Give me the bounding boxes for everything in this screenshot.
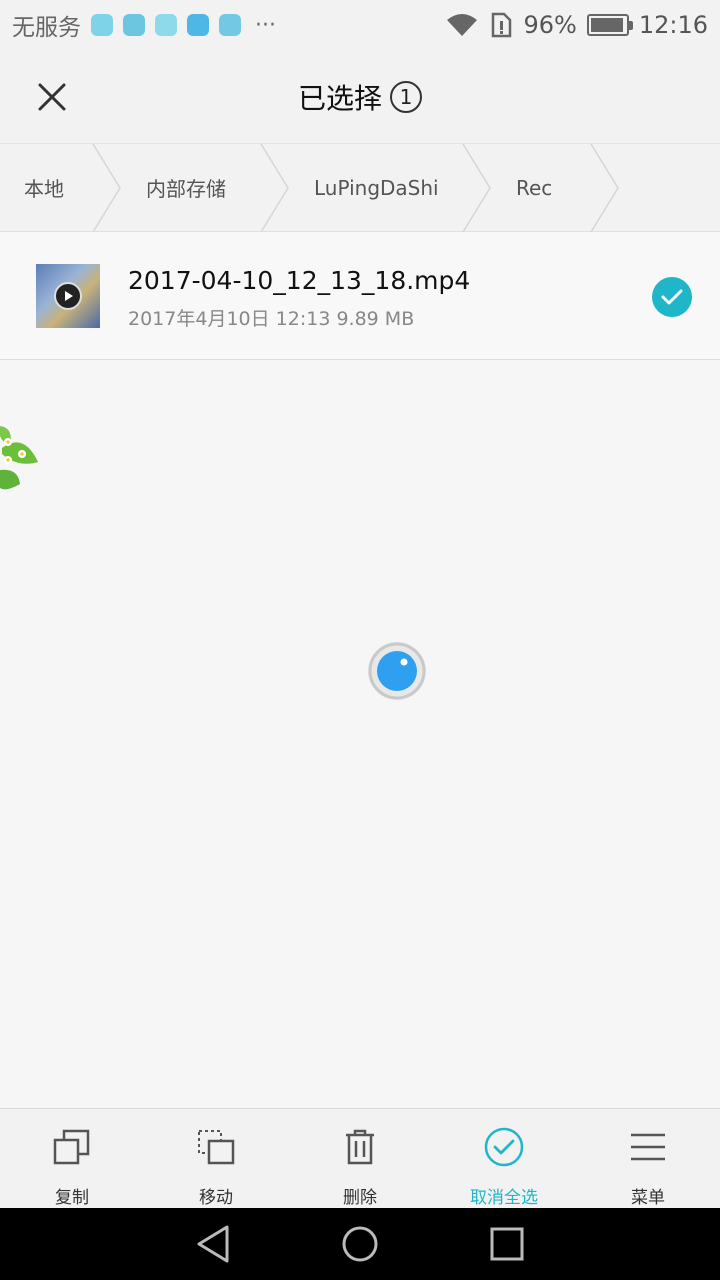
breadcrumb-label: LuPingDaShi <box>314 175 439 200</box>
page-title: 已选择 <box>297 82 382 115</box>
breadcrumb-item-lupingdashi[interactable]: LuPingDaShi <box>290 144 492 232</box>
status-bar: 无服务 ··· 96% 12:16 <box>0 0 720 50</box>
recents-icon[interactable] <box>489 1226 525 1262</box>
play-icon <box>54 282 82 310</box>
chevron-right-icon <box>260 144 289 232</box>
app-notification-icon <box>219 14 241 36</box>
file-name: 2017-04-10_12_13_18.mp4 <box>128 266 471 295</box>
delete-label: 删除 <box>343 1188 377 1208</box>
floating-record-button[interactable] <box>366 640 428 702</box>
copy-button[interactable]: 复制 <box>0 1109 144 1208</box>
bottom-toolbar: 复制 移动 删除 取消全选 菜单 <box>0 1108 720 1208</box>
app-notification-icon <box>187 14 209 36</box>
close-button[interactable] <box>22 72 82 122</box>
menu-icon <box>631 1133 665 1161</box>
move-label: 移动 <box>199 1188 233 1208</box>
move-icon <box>198 1130 235 1165</box>
check-circle-icon <box>484 1127 524 1167</box>
file-meta: 2017年4月10日 12:13 9.89 MB <box>128 308 415 330</box>
chevron-right-icon <box>92 144 121 232</box>
battery-icon <box>586 14 633 36</box>
checkbox-checked-icon[interactable] <box>652 277 692 317</box>
battery-percent: 96% <box>523 11 577 39</box>
leaf-decoration-icon[interactable] <box>0 418 40 492</box>
breadcrumb-item-rec[interactable]: Rec <box>492 144 620 232</box>
app-notification-icon <box>123 14 145 36</box>
video-thumbnail <box>36 264 100 328</box>
back-icon[interactable] <box>195 1224 231 1264</box>
battery-level <box>590 18 624 32</box>
menu-button[interactable]: 菜单 <box>576 1109 720 1208</box>
more-notifications-icon: ··· <box>255 12 276 38</box>
delete-button[interactable]: 删除 <box>288 1109 432 1208</box>
breadcrumb-label: 本地 <box>24 177 64 201</box>
menu-label: 菜单 <box>631 1188 665 1208</box>
navigation-bar <box>0 1208 720 1280</box>
clock: 12:16 <box>638 11 708 39</box>
chevron-right-icon <box>590 144 619 232</box>
list-item[interactable]: 2017-04-10_12_13_18.mp4 2017年4月10日 12:13… <box>0 232 720 360</box>
app-notification-icon <box>91 14 113 36</box>
breadcrumb-item-internal-storage[interactable]: 内部存储 <box>122 144 290 232</box>
title-bar: 已选择 1 <box>0 50 720 144</box>
copy-icon <box>53 1129 90 1165</box>
mi-notification-icon <box>155 14 177 36</box>
breadcrumb: 本地 内部存储 LuPingDaShi Rec <box>0 144 720 232</box>
deselect-all-label: 取消全选 <box>470 1188 538 1208</box>
home-icon[interactable] <box>340 1224 380 1264</box>
carrier-text: 无服务 <box>12 15 81 41</box>
trash-icon <box>346 1129 374 1165</box>
chevron-right-icon <box>462 144 491 232</box>
deselect-all-button[interactable]: 取消全选 <box>432 1109 576 1208</box>
title-group: 已选择 1 <box>0 50 720 144</box>
move-button[interactable]: 移动 <box>144 1109 288 1208</box>
close-icon <box>38 83 66 111</box>
copy-label: 复制 <box>55 1188 89 1208</box>
wifi-icon <box>447 14 478 36</box>
breadcrumb-label: 内部存储 <box>146 177 226 201</box>
breadcrumb-label: Rec <box>516 175 553 200</box>
breadcrumb-item-local[interactable]: 本地 <box>0 144 122 232</box>
selected-count-badge: 1 <box>390 81 422 113</box>
sim-alert-icon <box>492 12 512 38</box>
